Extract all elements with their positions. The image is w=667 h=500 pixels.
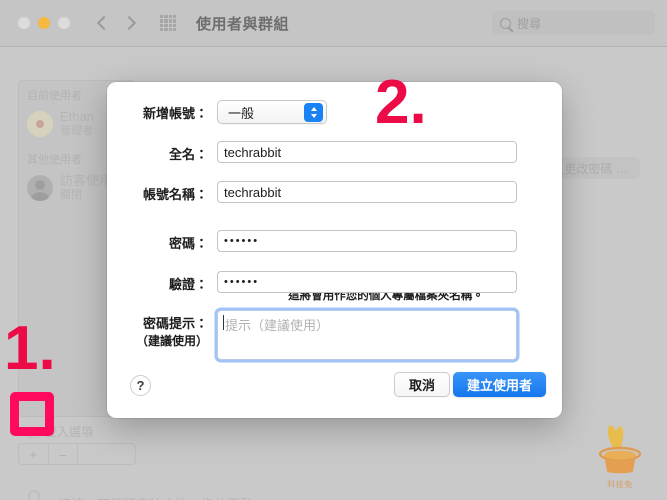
traffic-lights xyxy=(18,17,70,29)
annotation-step-1: 1. xyxy=(4,314,56,383)
password-hint-textarea[interactable]: 提示（建議使用） xyxy=(217,310,517,360)
account-type-value: 一般 xyxy=(228,105,255,121)
user-name: Ethan xyxy=(60,109,94,124)
field-password-hint: 密碼提示： （建議使用） 提示（建議使用） xyxy=(107,310,517,360)
user-list-toolbar: + – xyxy=(18,443,136,465)
account-name-input[interactable] xyxy=(217,181,517,203)
password-input[interactable] xyxy=(217,230,517,252)
cancel-button[interactable]: 取消 xyxy=(393,372,450,397)
lock-row[interactable]: 請按一下鎖頭來防止進一步的更動。 xyxy=(26,490,266,500)
label-password-hint: 密碼提示： （建議使用） xyxy=(107,310,217,349)
navigation-buttons xyxy=(96,17,136,30)
remove-user-button[interactable]: – xyxy=(47,444,78,464)
window-titlebar: 使用者與群組 搜尋 xyxy=(0,0,667,47)
back-icon[interactable] xyxy=(96,17,109,30)
rabbit-in-hat-icon: 科技兔 xyxy=(585,424,655,492)
user-name: 訪客使用 xyxy=(60,173,113,188)
verify-input[interactable] xyxy=(217,271,517,293)
field-password: 密碼： xyxy=(107,230,517,252)
user-status: 關閉 xyxy=(60,189,82,202)
toolbar-spacer xyxy=(77,444,135,464)
chevron-up-down-icon xyxy=(304,103,323,122)
user-role: 管理者 xyxy=(60,125,93,138)
field-account-type: 新增帳號： 一般 xyxy=(107,100,327,124)
annotation-highlight-box xyxy=(10,392,54,436)
field-verify: 驗證： xyxy=(107,271,517,293)
avatar xyxy=(27,175,53,201)
field-account-name: 帳號名稱： xyxy=(107,181,517,203)
close-button[interactable] xyxy=(18,17,30,29)
label-account-type: 新增帳號： xyxy=(142,106,208,121)
annotation-step-2: 2. xyxy=(375,68,427,137)
screen: 使用者與群組 搜尋 目前使用者 Ethan 管理者 其他使用者 訪客使用 關閉 xyxy=(0,0,667,500)
forward-icon[interactable] xyxy=(123,17,136,30)
full-name-input[interactable] xyxy=(217,141,517,163)
unlocked-padlock-icon[interactable] xyxy=(26,490,46,500)
label-full-name: 全名： xyxy=(168,147,208,162)
minimize-button[interactable] xyxy=(38,17,50,29)
field-full-name: 全名： xyxy=(107,141,517,163)
label-password-hint-sub: （建議使用） xyxy=(135,334,208,348)
account-type-select[interactable]: 一般 xyxy=(217,100,327,124)
help-button[interactable]: ? xyxy=(130,375,151,396)
search-placeholder: 搜尋 xyxy=(517,16,542,31)
avatar xyxy=(27,111,53,137)
watermark-label: 科技兔 xyxy=(607,480,633,489)
text-caret xyxy=(223,315,224,330)
password-hint-placeholder: 提示（建議使用） xyxy=(225,318,330,333)
label-password: 密碼： xyxy=(168,236,208,251)
new-account-sheet: 新增帳號： 一般 全名： 帳號名稱： 這將會用作您的個人專屬檔案夾名稱。 密碼： xyxy=(107,82,562,418)
zoom-button[interactable] xyxy=(58,17,70,29)
search-input[interactable]: 搜尋 xyxy=(492,11,655,35)
add-user-button[interactable]: + xyxy=(19,444,48,464)
show-all-grid-icon[interactable] xyxy=(160,15,176,31)
label-account-name: 帳號名稱： xyxy=(142,187,208,202)
label-password-hint-main: 密碼提示： xyxy=(142,316,208,331)
create-user-button[interactable]: 建立使用者 xyxy=(452,372,546,397)
search-icon xyxy=(500,17,511,29)
label-verify: 驗證： xyxy=(168,277,208,292)
lock-message: 請按一下鎖頭來防止進一步的更動。 xyxy=(58,494,266,500)
change-password-button[interactable]: 更改密碼 … xyxy=(552,157,640,179)
page-title: 使用者與群組 xyxy=(196,15,290,33)
